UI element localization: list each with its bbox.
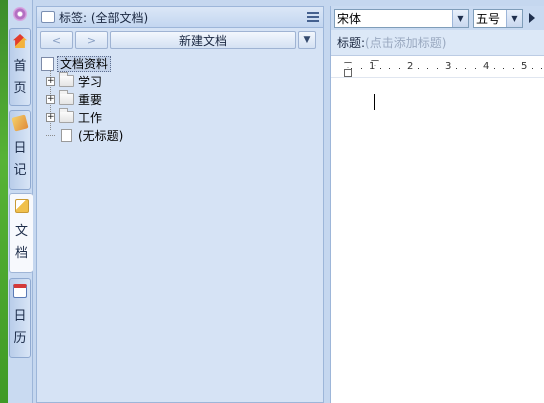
flower-icon bbox=[13, 7, 27, 21]
font-select[interactable]: 宋体 ▼ bbox=[334, 8, 469, 28]
documents-icon bbox=[39, 57, 54, 76]
ruler-tick bbox=[513, 68, 514, 69]
font-value: 宋体 bbox=[337, 11, 362, 26]
tab-diary[interactable]: 日 记 bbox=[9, 110, 31, 190]
new-document-label: 新建文档 bbox=[178, 33, 227, 48]
tree-item-untitled[interactable]: (无标题) bbox=[41, 126, 319, 144]
expand-icon[interactable]: + bbox=[46, 112, 55, 122]
expand-icon[interactable]: + bbox=[46, 94, 55, 104]
ruler-tick bbox=[389, 68, 390, 69]
tab-documents[interactable]: 文 档 bbox=[9, 193, 33, 273]
more-arrow-icon[interactable] bbox=[529, 13, 535, 23]
tab-documents-label: 档 bbox=[14, 246, 28, 261]
ruler-number: 3 bbox=[445, 61, 452, 72]
text-caret bbox=[374, 94, 375, 110]
ruler-tick bbox=[380, 68, 381, 69]
tab-home-label: 首 bbox=[13, 59, 27, 74]
ruler-tick bbox=[351, 68, 352, 69]
calendar-icon bbox=[13, 284, 27, 298]
folder-icon bbox=[59, 108, 74, 123]
tree-item-label: 工作 bbox=[78, 110, 103, 125]
back-button[interactable]: < bbox=[40, 31, 73, 49]
panel-header: 标签: (全部文档) bbox=[37, 7, 323, 28]
chevron-down-icon[interactable]: ▼ bbox=[452, 9, 468, 27]
tab-home-label: 页 bbox=[13, 81, 27, 96]
window-edge-strip bbox=[0, 0, 8, 403]
font-size-value: 五号 bbox=[476, 11, 501, 26]
tree-item-important[interactable]: + 重要 bbox=[41, 90, 319, 108]
back-arrow-icon: < bbox=[51, 33, 62, 47]
ruler-tick bbox=[541, 68, 542, 69]
nav-rail: 首 页 日 记 文 档 日 历 bbox=[8, 0, 33, 403]
app-logo[interactable] bbox=[8, 0, 32, 28]
ruler-tick bbox=[503, 68, 504, 69]
document-icon bbox=[14, 199, 29, 213]
title-placeholder: (点击添加标题) bbox=[365, 36, 447, 50]
forward-arrow-icon: > bbox=[86, 33, 97, 47]
tree-item-work[interactable]: + 工作 bbox=[41, 108, 319, 126]
tab-home[interactable]: 首 页 bbox=[9, 28, 31, 106]
ruler-tick bbox=[427, 68, 428, 69]
document-body[interactable] bbox=[331, 78, 544, 403]
menu-icon[interactable] bbox=[307, 12, 319, 22]
panel-title: 标签: (全部文档) bbox=[59, 10, 149, 25]
new-document-button[interactable]: 新建文档 bbox=[110, 31, 296, 49]
chevron-down-icon[interactable]: ▼ bbox=[506, 9, 522, 27]
panel-toolbar: < > 新建文档 ▼ bbox=[37, 28, 323, 52]
folder-icon bbox=[59, 90, 74, 105]
tab-diary-label: 日 bbox=[13, 141, 27, 156]
folder-icon bbox=[59, 72, 74, 87]
ruler-number: 5 bbox=[521, 61, 528, 72]
page-icon bbox=[61, 128, 72, 142]
title-field[interactable]: 标题: (点击添加标题) bbox=[331, 30, 544, 56]
tree-root[interactable]: 文档资料 bbox=[39, 56, 319, 76]
tag-icon bbox=[41, 11, 55, 23]
tree-connector bbox=[46, 127, 55, 136]
ruler-tick bbox=[437, 68, 438, 69]
ruler-number: 1 bbox=[369, 61, 376, 72]
forward-button[interactable]: > bbox=[75, 31, 108, 49]
title-label: 标题: bbox=[337, 36, 366, 50]
ruler[interactable]: 1 2 3 4 5 bbox=[331, 58, 544, 78]
ruler-tick bbox=[456, 68, 457, 69]
chevron-down-icon: ▼ bbox=[303, 35, 311, 45]
diary-icon bbox=[11, 114, 29, 132]
ruler-tick bbox=[418, 68, 419, 69]
left-indent-marker[interactable] bbox=[344, 69, 352, 77]
tab-calendar-label: 历 bbox=[13, 331, 27, 346]
tree-root-label: 文档资料 bbox=[57, 56, 112, 72]
ruler-number: 2 bbox=[407, 61, 414, 72]
ruler-tick bbox=[361, 68, 362, 69]
tab-diary-label: 记 bbox=[13, 163, 27, 178]
new-document-dropdown[interactable]: ▼ bbox=[298, 31, 316, 49]
expand-icon[interactable]: + bbox=[46, 76, 55, 86]
ruler-tick bbox=[399, 68, 400, 69]
ruler-tick bbox=[532, 68, 533, 69]
font-size-select[interactable]: 五号 ▼ bbox=[473, 8, 523, 28]
home-icon bbox=[13, 34, 27, 48]
tag-panel: 标签: (全部文档) < > 新建文档 ▼ 文档资料 + 学习 + 重要 + 工… bbox=[36, 6, 324, 403]
tree-item-label: 重要 bbox=[78, 92, 103, 107]
tree-item-study[interactable]: + 学习 bbox=[41, 72, 319, 90]
tab-calendar[interactable]: 日 历 bbox=[9, 278, 31, 358]
tab-documents-label: 文 bbox=[14, 224, 28, 239]
tag-tree: 文档资料 + 学习 + 重要 + 工作 (无标题) bbox=[37, 52, 323, 148]
tree-item-label: (无标题) bbox=[78, 128, 124, 143]
ruler-tick bbox=[494, 68, 495, 69]
editor: 宋体 ▼ 五号 ▼ 标题: (点击添加标题) 1 2 3 4 5 bbox=[330, 6, 544, 403]
ruler-tick bbox=[465, 68, 466, 69]
ruler-number: 4 bbox=[483, 61, 490, 72]
tree-item-label: 学习 bbox=[78, 74, 103, 89]
ruler-tick bbox=[475, 68, 476, 69]
tab-calendar-label: 日 bbox=[13, 309, 27, 324]
format-toolbar: 宋体 ▼ 五号 ▼ bbox=[331, 6, 544, 30]
